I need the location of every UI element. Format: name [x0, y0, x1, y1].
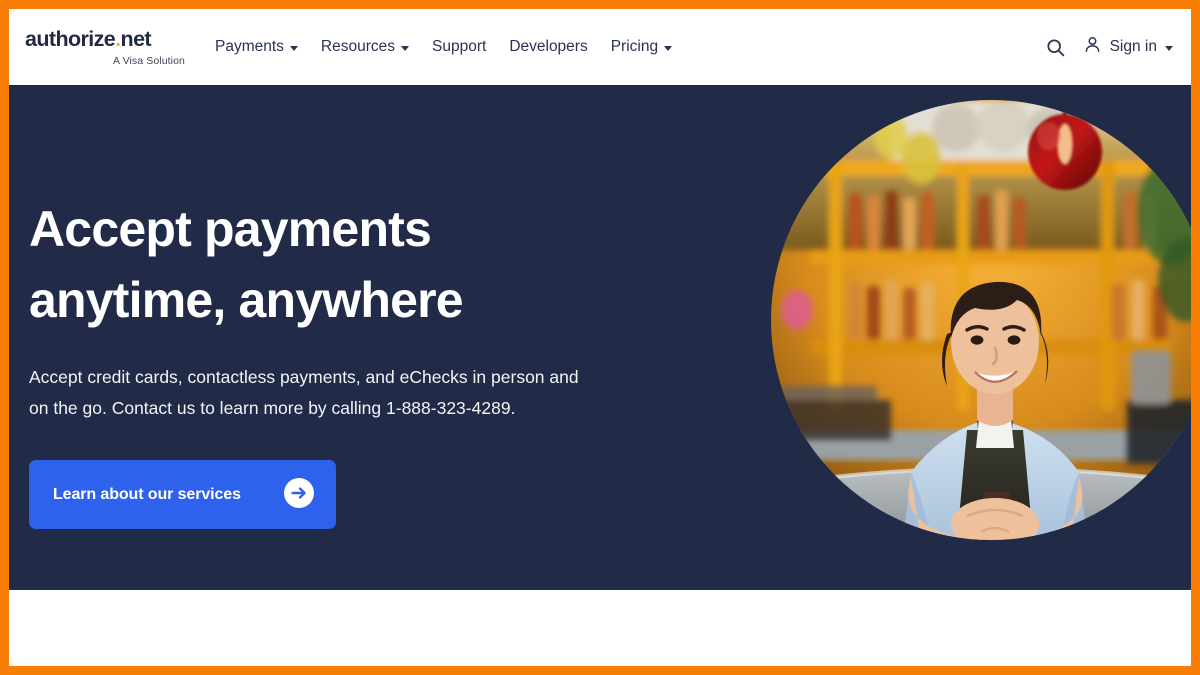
logo-tagline: A Visa Solution — [113, 54, 185, 67]
nav-item-support[interactable]: Support — [432, 38, 486, 56]
nav-item-resources[interactable]: Resources — [320, 38, 410, 56]
cta-label: Learn about our services — [53, 485, 241, 503]
hero-section: Accept payments anytime, anywhere Accept… — [9, 85, 1191, 590]
user-icon — [1083, 35, 1102, 59]
nav-label-resources: Resources — [320, 38, 396, 55]
search-icon[interactable] — [1045, 37, 1066, 58]
nav-label-pricing: Pricing — [610, 38, 659, 55]
hero-image — [771, 100, 1191, 540]
logo-text: authorize — [25, 27, 116, 52]
chevron-down-icon — [1165, 46, 1173, 51]
sign-in-label: Sign in — [1109, 38, 1157, 55]
nav-item-pricing[interactable]: Pricing — [610, 38, 673, 56]
sign-in-menu[interactable]: Sign in — [1083, 35, 1173, 59]
nav-label-developers: Developers — [509, 38, 588, 55]
brand-logo[interactable]: authorize.net A Visa Solution — [25, 27, 185, 67]
chevron-down-icon — [401, 46, 410, 51]
site-header: authorize.net A Visa Solution Payments R… — [9, 9, 1191, 85]
logo-suffix: net — [120, 27, 152, 52]
page-root: authorize.net A Visa Solution Payments R… — [9, 9, 1191, 666]
nav-label-payments: Payments — [215, 38, 284, 55]
logo-wordmark: authorize.net — [25, 29, 185, 51]
chevron-down-icon — [289, 46, 298, 51]
header-utilities: Sign in — [1045, 35, 1173, 59]
orange-page-frame: authorize.net A Visa Solution Payments R… — [0, 0, 1200, 675]
hero-subtitle: Accept credit cards, contactless payment… — [29, 367, 579, 419]
learn-about-our-services-button[interactable]: Learn about our services — [29, 460, 336, 530]
hero-copy: Accept payments anytime, anywhere Accept… — [29, 194, 629, 530]
nav-item-developers[interactable]: Developers — [509, 38, 587, 56]
chevron-down-icon — [664, 46, 673, 51]
below-fold-area — [9, 590, 1191, 666]
nav-item-payments[interactable]: Payments — [215, 38, 298, 56]
primary-navigation: Payments Resources Support Developers Pr… — [215, 38, 673, 56]
arrow-right-circle-icon — [283, 477, 315, 512]
page-title: Accept payments anytime, anywhere — [29, 201, 464, 328]
nav-label-support: Support — [432, 38, 487, 55]
